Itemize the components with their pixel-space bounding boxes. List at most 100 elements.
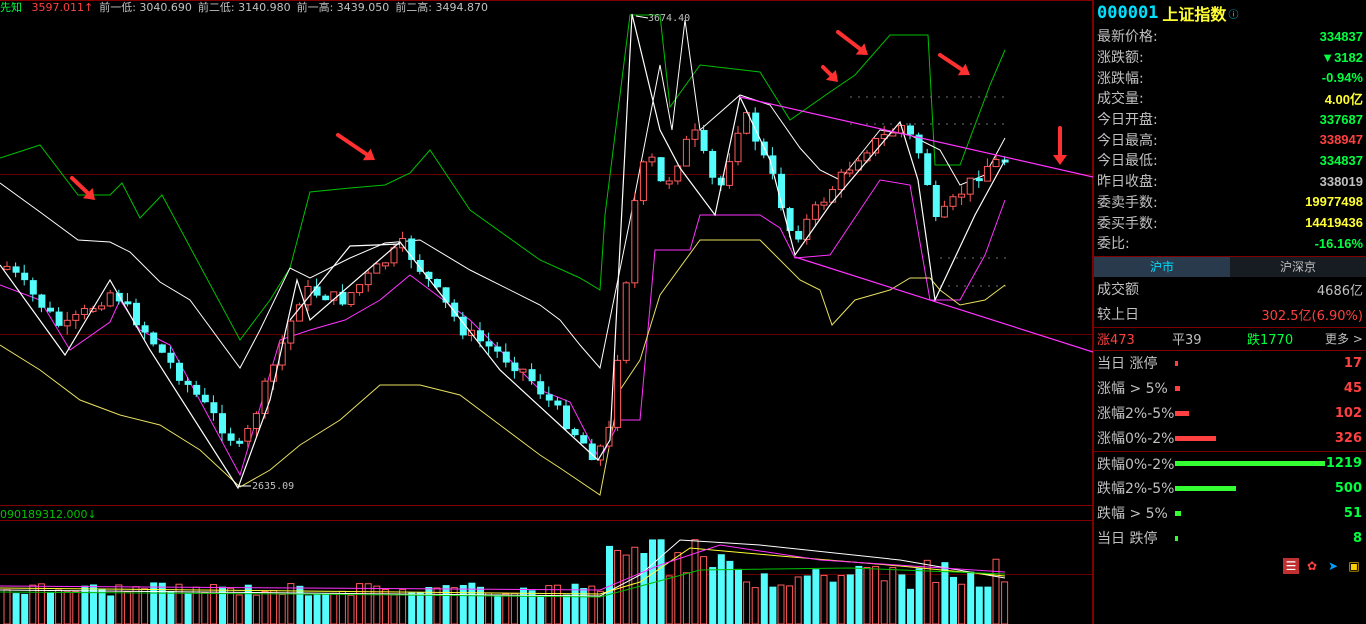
candle-body	[811, 204, 819, 220]
send-icon[interactable]: ➤	[1325, 558, 1341, 574]
volume-bar	[47, 591, 54, 624]
distribution-bar	[1175, 510, 1181, 516]
volume-bar	[29, 584, 37, 624]
volume-bar	[898, 574, 906, 624]
volume-bar	[3, 589, 11, 624]
candle-body	[313, 286, 321, 296]
candle-body	[924, 153, 932, 186]
volume-bar	[330, 592, 338, 624]
change-value: 302.5亿(6.90%)	[1261, 308, 1363, 324]
distribution-bar	[1175, 461, 1325, 467]
quote-label: 今日最高:	[1097, 132, 1158, 149]
fire-icon[interactable]: ✿	[1304, 558, 1320, 574]
quote-row: 今日最低: 334837	[1094, 150, 1366, 171]
tab-shanghai[interactable]: 沪市	[1094, 256, 1230, 277]
distribution-label: 跌幅2%-5%	[1097, 481, 1175, 498]
turnover-label: 成交额	[1097, 282, 1139, 299]
indicator-value: 前二低: 3140.980	[197, 1, 291, 14]
volume-bar	[442, 585, 450, 624]
candle-body	[949, 196, 957, 207]
candle-body	[184, 380, 192, 385]
volume-bar	[631, 546, 639, 624]
volume-bar	[588, 585, 596, 624]
candle-body	[837, 171, 845, 191]
indicator-value: 前二高: 3494.870	[395, 1, 489, 14]
volume-bar	[665, 575, 673, 624]
volume-bar	[855, 565, 863, 624]
candle-body	[295, 304, 303, 322]
volume-bar	[975, 586, 983, 624]
report-icon[interactable]: ☰	[1283, 558, 1299, 574]
candle-body	[364, 272, 372, 286]
quote-label: 成交量:	[1097, 91, 1144, 108]
candle-body	[700, 129, 708, 151]
volume-bar	[932, 581, 940, 624]
quote-label: 昨日收盘:	[1097, 174, 1158, 191]
volume-bar	[485, 592, 493, 624]
volume-bar	[984, 586, 992, 624]
quote-label: 委比:	[1097, 236, 1130, 253]
candle-body	[682, 138, 690, 167]
candle-body	[734, 132, 742, 163]
quote-value: 4.00亿	[1324, 91, 1363, 107]
volume-bar	[72, 591, 80, 624]
distribution-row: 跌幅2%-5% 500	[1094, 476, 1366, 501]
quote-value: 14419436	[1305, 215, 1363, 231]
volume-bar	[820, 574, 828, 624]
volume-bar	[846, 574, 854, 624]
volume-bar	[235, 594, 243, 624]
candle-body	[631, 200, 639, 284]
quote-value: 338947	[1319, 132, 1363, 148]
kline-chart[interactable]: 3674.40 2635.09	[0, 0, 1093, 624]
upper-band-line	[0, 14, 1006, 341]
volume-bar	[296, 585, 304, 624]
candle-body	[287, 320, 295, 344]
candle-body	[390, 247, 398, 264]
candle-body	[124, 301, 132, 305]
distribution-bar	[1175, 435, 1216, 441]
volume-bar	[950, 576, 957, 624]
market-breadth: 涨473 平39 跌1770 更多 >	[1094, 326, 1366, 351]
candle-body	[958, 193, 966, 198]
red-arrow-shaft	[836, 30, 863, 51]
volume-bar	[37, 583, 45, 624]
quote-value: 338019	[1319, 173, 1363, 189]
distribution-row: 涨幅 > 5% 45	[1094, 376, 1366, 401]
volume-bar	[923, 559, 931, 624]
volume-bar	[769, 586, 777, 624]
tab-all-markets[interactable]: 沪深京	[1230, 256, 1366, 277]
volume-bars	[3, 539, 1009, 624]
distribution-count: 51	[1343, 505, 1362, 521]
volume-bar	[674, 552, 682, 624]
candle-body	[580, 435, 588, 444]
candle-body	[614, 359, 622, 428]
lower-support-line	[0, 179, 1006, 477]
candle-body	[709, 150, 717, 178]
volume-bar	[700, 556, 708, 624]
candle-body	[201, 394, 209, 403]
volume-bar	[261, 591, 269, 624]
candle-body	[47, 307, 54, 312]
indicator-name: 先知	[0, 1, 22, 14]
distribution-count: 102	[1334, 405, 1362, 421]
book-icon[interactable]: ▣	[1346, 558, 1362, 574]
quote-label: 最新价格:	[1097, 29, 1158, 46]
quote-value: ▼3182	[1321, 49, 1363, 65]
volume-bar	[803, 575, 811, 624]
distribution-row: 跌幅0%-2% 1219	[1094, 450, 1366, 476]
volume-bar	[12, 593, 20, 624]
more-link[interactable]: 更多 >	[1325, 330, 1363, 347]
stock-title[interactable]: 000001 上证指数 ⓘ	[1094, 0, 1366, 26]
volume-bar	[98, 588, 106, 624]
info-circle-icon[interactable]: ⓘ	[1228, 6, 1238, 21]
candle-body	[244, 427, 252, 442]
volume-bar	[252, 594, 260, 624]
indicator-value: 前一高: 3439.050	[296, 1, 390, 14]
distribution-row: 跌幅 > 5% 51	[1094, 501, 1366, 526]
decliners-count: 跌1770	[1247, 333, 1294, 349]
kline-chart-area[interactable]: 3674.40 2635.09 先知 3597.011↑ 前一低: 3040.69…	[0, 0, 1093, 624]
distribution-row: 当日 跌停 8	[1094, 526, 1366, 551]
candle-body	[752, 112, 760, 142]
candle-body	[38, 294, 46, 308]
candle-body	[665, 180, 673, 185]
